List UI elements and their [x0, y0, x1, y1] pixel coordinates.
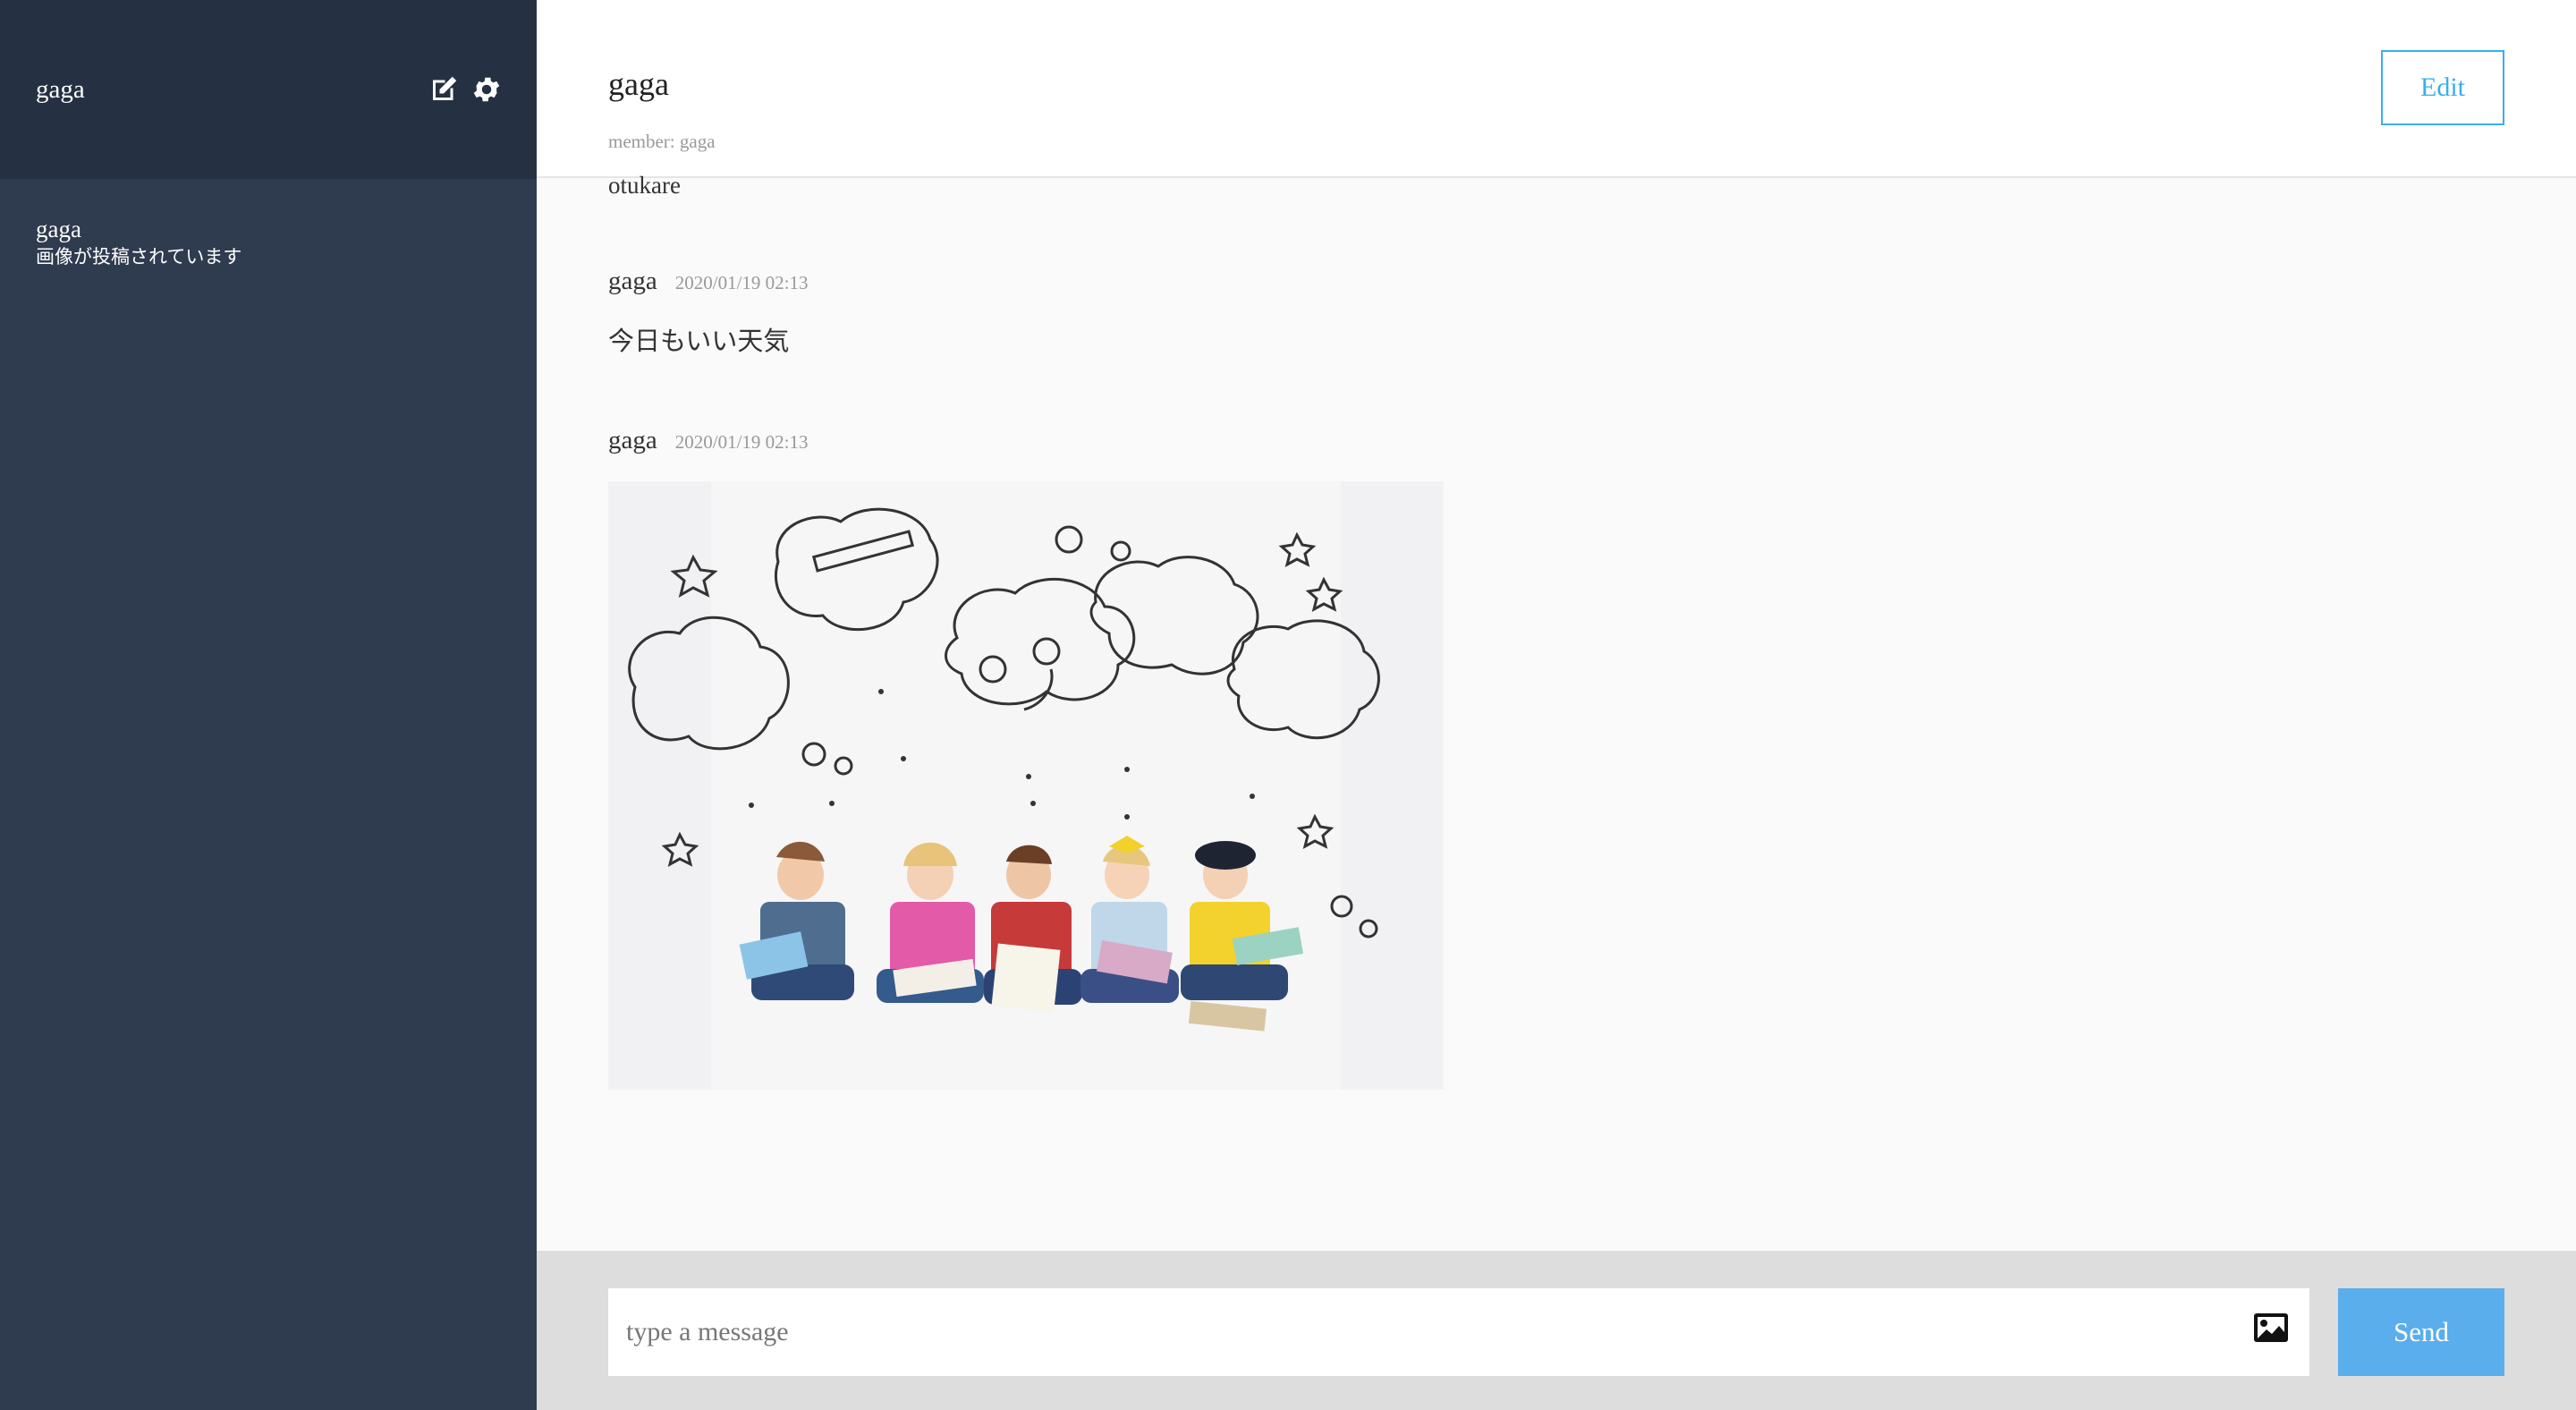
- edit-group-button[interactable]: Edit: [2381, 50, 2504, 125]
- chat-group-title: gaga: [608, 66, 669, 102]
- chat-header: gaga member: gaga Edit: [537, 0, 2576, 178]
- message-composer: Send: [537, 1251, 2576, 1410]
- message-text: 今日もいい天気: [608, 327, 790, 356]
- message-input[interactable]: [608, 1288, 2236, 1376]
- sidebar-header-icons: [428, 73, 503, 106]
- image-icon[interactable]: [2252, 1312, 2290, 1344]
- group-item-name: gaga: [36, 216, 81, 242]
- gear-icon[interactable]: [470, 73, 503, 106]
- group-item-last-message: 画像が投稿されています: [36, 246, 242, 268]
- message-header: gaga 2020/01/19 02:13: [608, 267, 809, 296]
- message-date: 2020/01/19 02:13: [674, 272, 809, 293]
- message-text: otukare: [608, 172, 681, 199]
- message-input-wrapper: [608, 1288, 2309, 1376]
- children-reading-illustration: [608, 481, 1444, 1090]
- message-user: gaga: [608, 426, 657, 454]
- sidebar: gaga gaga 画像が投稿されています: [0, 0, 537, 1410]
- current-user-name: gaga: [36, 75, 85, 104]
- chat-member-list: member: gaga: [608, 131, 716, 152]
- message-date: 2020/01/19 02:13: [674, 431, 809, 453]
- send-button[interactable]: Send: [2338, 1288, 2504, 1376]
- message-image: [608, 481, 1444, 1090]
- message-header: gaga 2020/01/19 02:13: [608, 426, 809, 455]
- group-item[interactable]: gaga 画像が投稿されています: [36, 215, 242, 270]
- sidebar-header: gaga: [0, 0, 537, 179]
- edit-icon[interactable]: [428, 73, 460, 106]
- message-user: gaga: [608, 267, 657, 295]
